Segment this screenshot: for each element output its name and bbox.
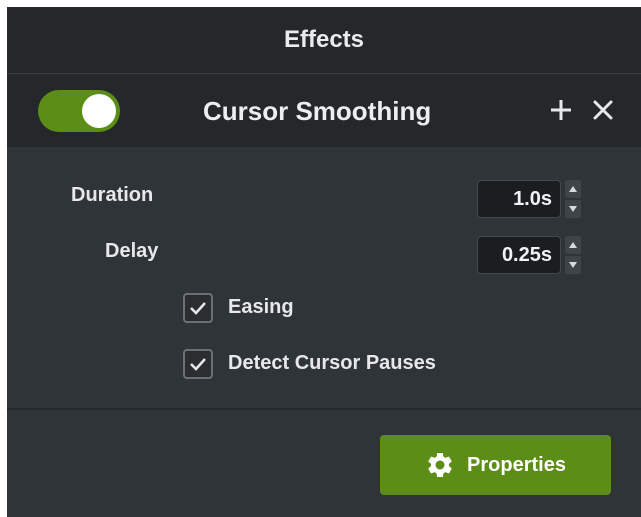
plus-icon (551, 100, 571, 120)
arrow-up-icon (569, 242, 577, 248)
properties-label: Properties (467, 453, 566, 476)
detect-cursor-pauses-checkbox[interactable] (183, 349, 213, 379)
duration-value: 1.0s (513, 187, 552, 210)
panel-header: Effects (7, 7, 641, 74)
duration-spinner (565, 180, 581, 218)
delay-spinner (565, 236, 581, 274)
duration-decrement-button[interactable] (565, 200, 581, 218)
duration-increment-button[interactable] (565, 180, 581, 198)
gear-icon (428, 452, 452, 477)
close-icon (593, 100, 613, 120)
properties-button[interactable]: Properties (380, 435, 611, 495)
checkmark-icon (190, 302, 206, 315)
effect-enable-toggle[interactable] (38, 90, 120, 132)
arrow-down-icon (569, 262, 577, 268)
toggle-knob (82, 94, 116, 128)
delay-label: Delay (105, 240, 159, 262)
detect-cursor-pauses-label: Detect Cursor Pauses (228, 352, 436, 374)
effect-bar: Cursor Smoothing (7, 74, 641, 147)
arrow-up-icon (569, 186, 577, 192)
easing-checkbox[interactable] (183, 293, 213, 323)
effect-name: Cursor Smoothing (203, 96, 432, 126)
divider (7, 408, 641, 410)
effect-settings: Duration 1.0s Delay 0.25s Easing Detect … (7, 147, 641, 409)
delay-value: 0.25s (501, 243, 552, 266)
remove-effect-button[interactable] (587, 94, 619, 126)
effects-panel: Effects Cursor Smoothing Duration 1.0s D… (7, 7, 641, 517)
duration-input[interactable]: 1.0s (477, 180, 561, 218)
duration-label: Duration (71, 184, 154, 206)
checkmark-icon (190, 358, 206, 371)
delay-increment-button[interactable] (565, 236, 581, 254)
delay-decrement-button[interactable] (565, 256, 581, 274)
add-effect-button[interactable] (545, 94, 577, 126)
delay-input[interactable]: 0.25s (477, 236, 561, 274)
panel-title: Effects (283, 26, 365, 53)
arrow-down-icon (569, 206, 577, 212)
easing-label: Easing (228, 296, 294, 318)
